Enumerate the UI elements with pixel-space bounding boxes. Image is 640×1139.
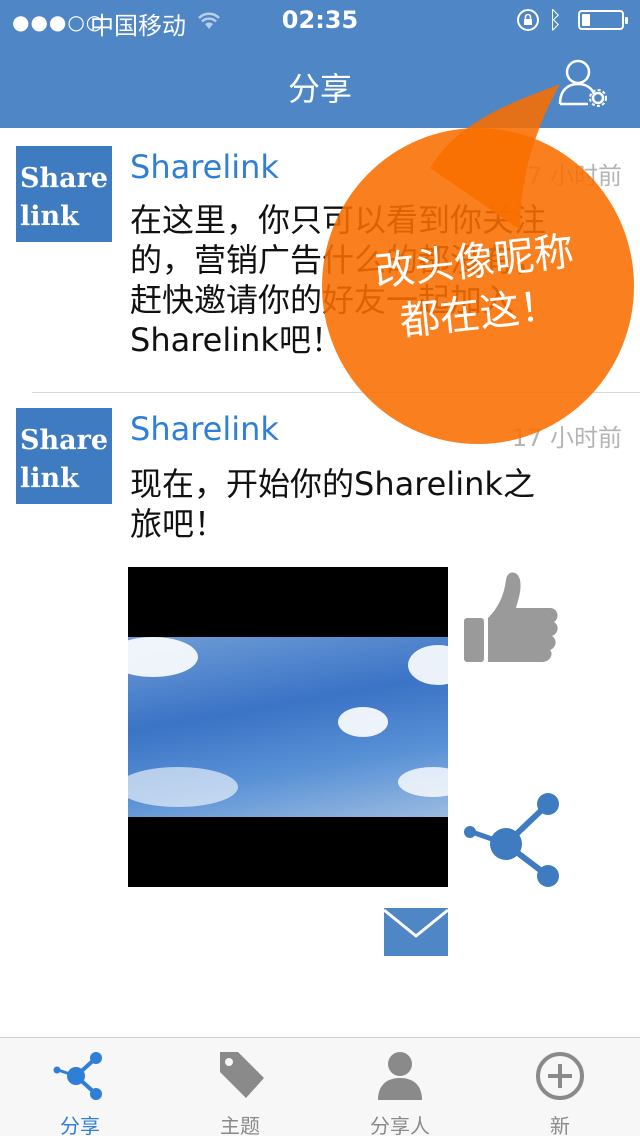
- profile-settings-icon[interactable]: [556, 56, 610, 110]
- clock: 02:35: [281, 6, 359, 34]
- rotation-lock-icon: [517, 9, 539, 31]
- avatar[interactable]: Share link: [16, 408, 112, 504]
- battery-level: [582, 14, 590, 26]
- share-icon[interactable]: [462, 790, 562, 890]
- person-icon: [378, 1052, 422, 1100]
- post-image[interactable]: [128, 567, 448, 887]
- thumbs-up-icon[interactable]: [462, 566, 560, 664]
- tab-label: 主题: [220, 1114, 260, 1138]
- tag-icon: [220, 1052, 264, 1098]
- tab-new[interactable]: 新: [480, 1038, 640, 1138]
- tab-label: 分享人: [370, 1114, 430, 1138]
- page-title: 分享: [287, 70, 352, 108]
- mail-button[interactable]: [383, 908, 449, 956]
- mail-icon: [383, 908, 449, 938]
- tab-label: 新: [550, 1114, 570, 1138]
- post-author[interactable]: Sharelink: [130, 410, 279, 448]
- avatar[interactable]: Share link: [16, 146, 112, 242]
- post-author[interactable]: Sharelink: [130, 148, 279, 186]
- bluetooth-icon: ᛒ: [548, 6, 563, 34]
- tab-topics[interactable]: 主题: [160, 1038, 320, 1138]
- top-bar: ●●●○○ 中国移动 02:35 ᛒ 分享: [0, 0, 640, 128]
- tab-share[interactable]: 分享: [0, 1038, 160, 1138]
- tab-label: 分享: [60, 1114, 100, 1138]
- plus-circle-icon: [536, 1052, 584, 1100]
- post-text: 现在，开始你的Sharelink之旅吧！: [130, 465, 535, 543]
- sky-photo: [128, 637, 448, 817]
- tab-sharers[interactable]: 分享人: [320, 1038, 480, 1138]
- tab-bar: 分享 主题 分享人 新: [0, 1037, 640, 1138]
- battery-icon: [578, 10, 628, 30]
- status-bar: ●●●○○ 中国移动 02:35 ᛒ: [0, 0, 640, 40]
- share-icon: [53, 1052, 102, 1100]
